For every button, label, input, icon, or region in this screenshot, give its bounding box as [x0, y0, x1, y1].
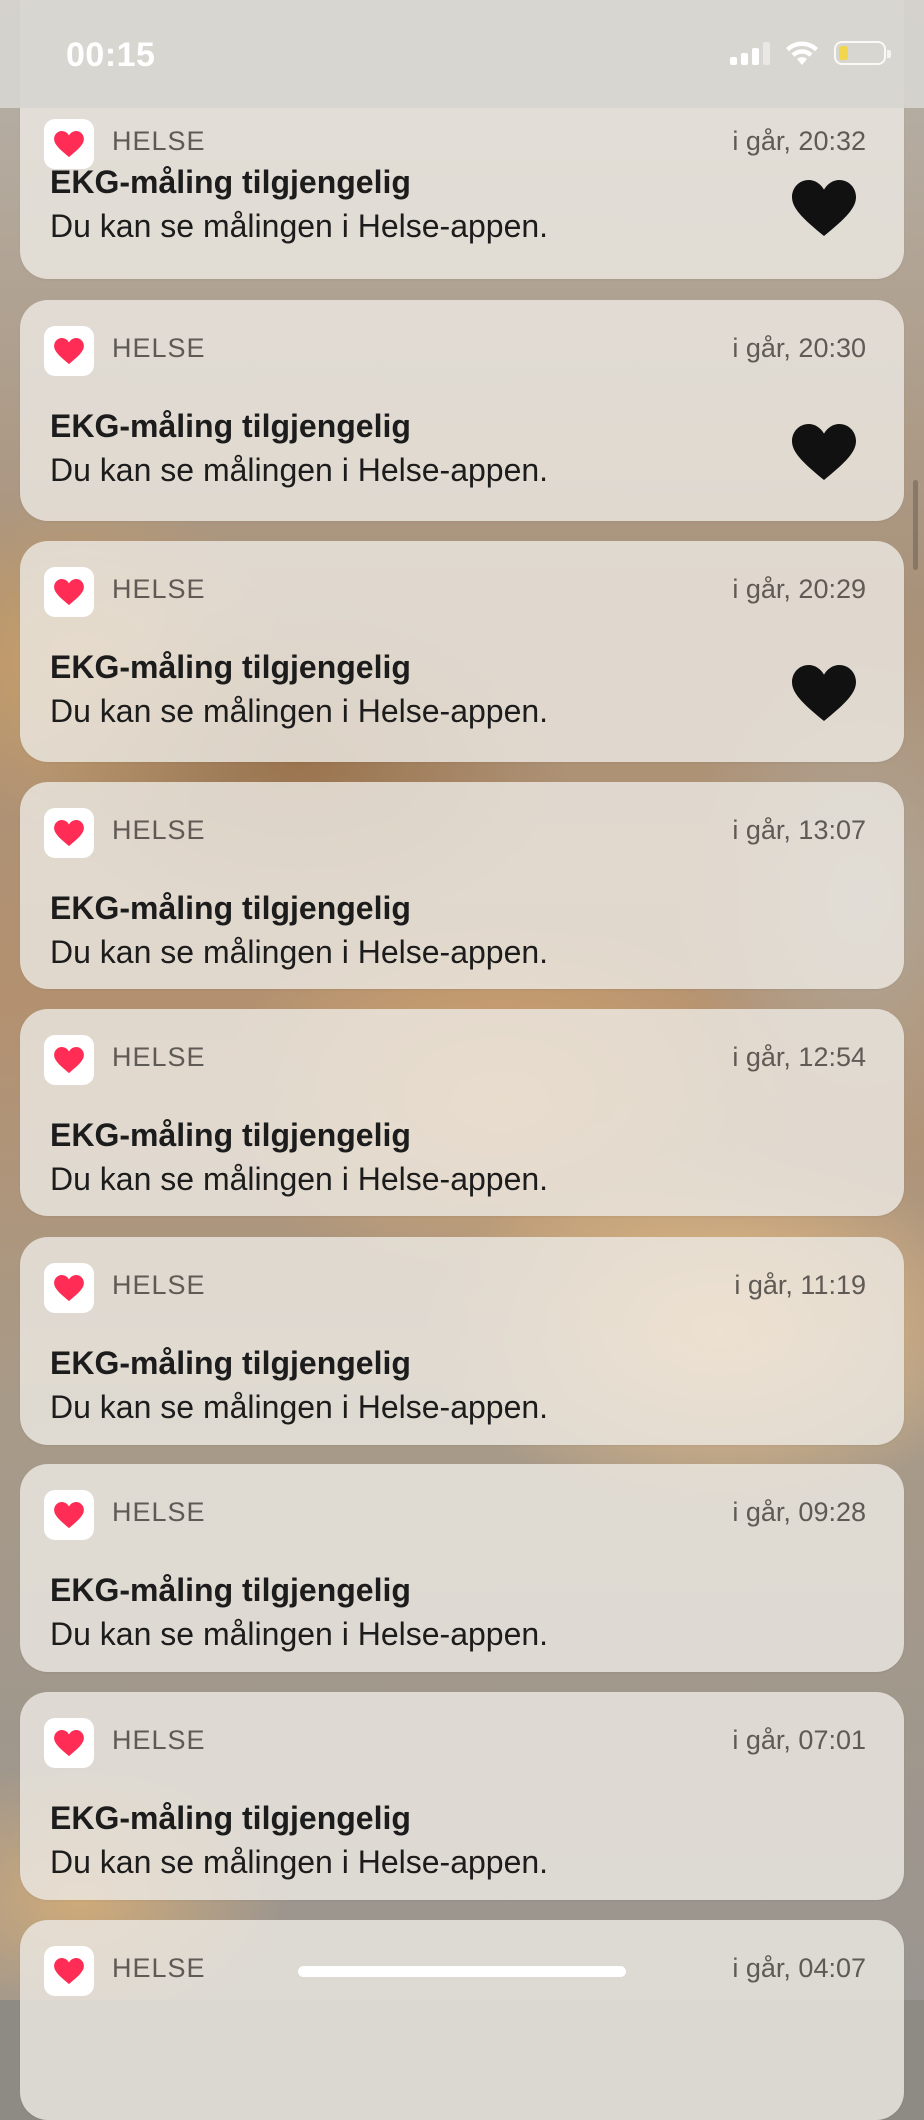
health-heart-icon — [54, 819, 84, 846]
notification-time: i går, 04:07 — [732, 1953, 866, 1983]
notification-title: EKG-måling tilgjengelig — [50, 1572, 411, 1608]
notification-time: i går, 13:07 — [732, 815, 866, 845]
notification-title: EKG-måling tilgjengelig — [50, 164, 411, 200]
notification-app-name: HELSE — [112, 574, 206, 604]
battery-icon — [834, 41, 891, 65]
notification-time: i går, 20:29 — [732, 574, 866, 604]
notification-body: Du kan se målingen i Helse-appen. — [50, 693, 549, 729]
status-icons — [730, 40, 891, 66]
health-app-icon — [44, 1263, 94, 1313]
notification-card[interactable]: HELSE i går, 13:07 EKG-måling tilgjengelig… — [20, 782, 904, 989]
notification-time: i går, 20:32 — [732, 126, 866, 156]
health-heart-icon — [54, 1046, 84, 1073]
health-app-icon — [44, 1946, 94, 1996]
notification-body: Du kan se målingen i Helse-appen. — [50, 1161, 549, 1197]
notification-card[interactable]: HELSE i går, 04:07 — [20, 1920, 904, 2120]
scroll-indicator[interactable] — [913, 480, 918, 570]
notification-card[interactable]: HELSE i går, 07:01 EKG-måling tilgjengelig… — [20, 1692, 904, 1900]
notification-title: EKG-måling tilgjengelig — [50, 1117, 411, 1153]
notification-body: Du kan se målingen i Helse-appen. — [50, 452, 549, 488]
health-app-icon — [44, 1490, 94, 1540]
cellular-signal-icon — [730, 41, 770, 65]
notification-card[interactable]: HELSE i går, 20:29 EKG-måling tilgjengelig… — [20, 541, 904, 762]
heart-icon — [792, 665, 856, 725]
health-app-icon — [44, 567, 94, 617]
battery-level — [839, 46, 848, 60]
notification-time: i går, 12:54 — [732, 1042, 866, 1072]
health-app-icon — [44, 1718, 94, 1768]
status-bar: 00:15 — [0, 0, 924, 108]
health-heart-icon — [54, 1729, 84, 1756]
notification-app-name: HELSE — [112, 1270, 206, 1300]
wifi-icon — [784, 40, 820, 66]
notification-time: i går, 11:19 — [734, 1270, 866, 1300]
notification-card[interactable]: HELSE i går, 20:30 EKG-måling tilgjengelig… — [20, 300, 904, 521]
notification-title: EKG-måling tilgjengelig — [50, 1345, 411, 1381]
notification-card[interactable]: HELSE i går, 11:19 EKG-måling tilgjengelig… — [20, 1237, 904, 1445]
health-heart-icon — [54, 1274, 84, 1301]
health-app-icon — [44, 808, 94, 858]
heart-icon — [792, 424, 856, 484]
health-heart-icon — [54, 130, 84, 157]
notification-body: Du kan se målingen i Helse-appen. — [50, 1389, 549, 1425]
health-app-icon — [44, 119, 94, 169]
health-heart-icon — [54, 337, 84, 364]
notification-time: i går, 09:28 — [732, 1497, 866, 1527]
health-app-icon — [44, 1035, 94, 1085]
notification-body: Du kan se målingen i Helse-appen. — [50, 1844, 549, 1880]
notification-title: EKG-måling tilgjengelig — [50, 890, 411, 926]
notification-card[interactable]: HELSE i går, 09:28 EKG-måling tilgjengelig… — [20, 1464, 904, 1672]
notification-time: i går, 20:30 — [732, 333, 866, 363]
notification-app-name: HELSE — [112, 1042, 206, 1072]
notification-title: EKG-måling tilgjengelig — [50, 649, 411, 685]
notification-body: Du kan se målingen i Helse-appen. — [50, 934, 549, 970]
notification-app-name: HELSE — [112, 1953, 206, 1983]
health-heart-icon — [54, 578, 84, 605]
notification-card[interactable]: HELSE i går, 12:54 EKG-måling tilgjengelig… — [20, 1009, 904, 1216]
notification-title: EKG-måling tilgjengelig — [50, 408, 411, 444]
status-time: 00:15 — [66, 36, 156, 74]
health-heart-icon — [54, 1501, 84, 1528]
notification-app-name: HELSE — [112, 1725, 206, 1755]
notification-body: Du kan se målingen i Helse-appen. — [50, 208, 549, 244]
notification-app-name: HELSE — [112, 333, 206, 363]
notification-app-name: HELSE — [112, 1497, 206, 1527]
notification-title: EKG-måling tilgjengelig — [50, 1800, 411, 1836]
health-app-icon — [44, 326, 94, 376]
notification-app-name: HELSE — [112, 815, 206, 845]
home-indicator[interactable] — [298, 1966, 626, 1977]
health-heart-icon — [54, 1957, 84, 1984]
heart-icon — [792, 180, 856, 240]
notification-time: i går, 07:01 — [732, 1725, 866, 1755]
notification-body: Du kan se målingen i Helse-appen. — [50, 1616, 549, 1652]
notification-app-name: HELSE — [112, 126, 206, 156]
